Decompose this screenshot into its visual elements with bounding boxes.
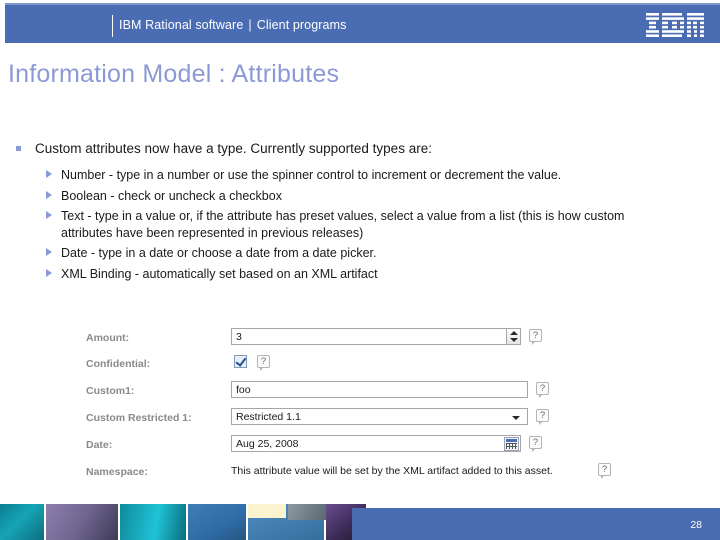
ibm-logo-icon xyxy=(646,13,704,37)
bullet-level2-text: Text - type in a value or, if the attrib… xyxy=(61,209,625,240)
label-custom1: Custom1: xyxy=(86,385,135,397)
help-icon-amount[interactable]: ? xyxy=(529,329,542,345)
help-icon-custom-restricted-1[interactable]: ? xyxy=(536,409,549,425)
amount-value: 3 xyxy=(236,331,242,343)
form-row-custom1: Custom1: foo ? xyxy=(78,381,618,405)
help-icon-confidential[interactable]: ? xyxy=(257,355,270,371)
date-value: Aug 25, 2008 xyxy=(236,438,299,450)
spinner-down-icon[interactable] xyxy=(510,338,518,342)
custom-restricted-1-value: Restricted 1.1 xyxy=(236,411,301,423)
label-namespace: Namespace: xyxy=(86,466,148,478)
help-bubble-tail-icon xyxy=(532,341,536,345)
checkmark-icon xyxy=(235,355,247,367)
footer-image-tile xyxy=(0,504,44,540)
triangle-bullet-icon xyxy=(46,190,52,199)
slide: IBM Rational software | Client programs xyxy=(0,0,720,540)
square-bullet-icon xyxy=(16,146,21,151)
help-icon-namespace[interactable]: ? xyxy=(598,463,611,479)
bullet-level2-text: XML Binding - automatically set based on… xyxy=(61,266,378,281)
form-row-date: Date: Aug 25, 2008 ? xyxy=(78,435,618,459)
help-icon-custom1[interactable]: ? xyxy=(536,382,549,398)
calendar-icon[interactable] xyxy=(504,437,519,451)
bullet-level1: Custom attributes now have a type. Curre… xyxy=(14,140,674,158)
triangle-bullet-icon xyxy=(46,211,52,219)
header-divider-rule xyxy=(112,15,113,37)
triangle-bullet-icon xyxy=(46,268,52,277)
confidential-checkbox[interactable] xyxy=(234,355,247,368)
header-separator: | xyxy=(248,18,252,32)
bullet-level2-text: Date - type in a date or choose a date f… xyxy=(61,246,377,260)
help-bubble-tail-icon xyxy=(539,421,543,425)
label-amount: Amount: xyxy=(86,332,130,344)
label-confidential: Confidential: xyxy=(86,358,151,370)
header-band: IBM Rational software | Client programs xyxy=(5,3,720,43)
help-bubble-tail-icon xyxy=(532,448,536,452)
footer-filmstrip: 28 xyxy=(0,504,720,540)
bullet-level1-text: Custom attributes now have a type. Curre… xyxy=(35,141,432,156)
footer-bar: 28 xyxy=(352,508,720,540)
namespace-static-value: This attribute value will be set by the … xyxy=(231,465,553,477)
attribute-form-screenshot: Amount: 3 ? Confidential: ? Custom1: foo… xyxy=(78,328,618,483)
bullet-level2-text: Number - type in a number or use the spi… xyxy=(61,168,562,182)
footer-image-tile xyxy=(46,504,118,540)
footer-image-tile xyxy=(120,504,186,540)
form-row-amount: Amount: 3 ? xyxy=(78,328,618,352)
spinner-up-icon[interactable] xyxy=(510,331,518,335)
page-title: Information Model : Attributes xyxy=(8,60,340,88)
calendar-grid-icon xyxy=(506,443,517,449)
list-item: Date - type in a date or choose a date f… xyxy=(14,245,674,262)
bullet-level2-text: Boolean - check or uncheck a checkbox xyxy=(61,188,282,203)
header-brand: IBM Rational software xyxy=(119,18,244,32)
custom1-input[interactable]: foo xyxy=(231,381,528,398)
header-breadcrumb: IBM Rational software | Client programs xyxy=(119,18,346,32)
date-input[interactable]: Aug 25, 2008 xyxy=(231,435,521,452)
custom-restricted-1-select[interactable]: Restricted 1.1 xyxy=(231,408,528,425)
help-bubble-tail-icon xyxy=(601,475,605,479)
list-item: Number - type in a number or use the spi… xyxy=(14,167,674,184)
footer-image-tile xyxy=(248,504,286,518)
amount-input[interactable]: 3 xyxy=(231,328,521,345)
page-number: 28 xyxy=(690,519,702,531)
list-item: Boolean - check or uncheck a checkbox xyxy=(14,188,674,205)
footer-image-tile xyxy=(188,504,246,540)
custom1-value: foo xyxy=(236,384,251,396)
bullet-sublist: Number - type in a number or use the spi… xyxy=(14,167,674,282)
header-program: Client programs xyxy=(256,18,347,32)
triangle-bullet-icon xyxy=(46,170,52,178)
help-bubble-tail-icon xyxy=(260,367,264,371)
form-row-namespace: Namespace: This attribute value will be … xyxy=(78,462,618,486)
label-custom-restricted-1: Custom Restricted 1: xyxy=(86,412,192,424)
form-row-custom-restricted-1: Custom Restricted 1: Restricted 1.1 ? xyxy=(78,408,618,432)
bullet-content: Custom attributes now have a type. Curre… xyxy=(14,140,674,286)
chevron-down-icon[interactable] xyxy=(512,416,520,420)
help-bubble-tail-icon xyxy=(539,394,543,398)
help-icon-date[interactable]: ? xyxy=(529,436,542,452)
triangle-bullet-icon xyxy=(46,248,52,256)
list-item: Text - type in a value or, if the attrib… xyxy=(14,208,674,241)
label-date: Date: xyxy=(86,439,113,451)
amount-spinner[interactable] xyxy=(506,329,520,344)
list-item: XML Binding - automatically set based on… xyxy=(14,266,674,283)
form-row-confidential: Confidential: ? xyxy=(78,354,618,378)
calendar-header-icon xyxy=(506,439,517,442)
